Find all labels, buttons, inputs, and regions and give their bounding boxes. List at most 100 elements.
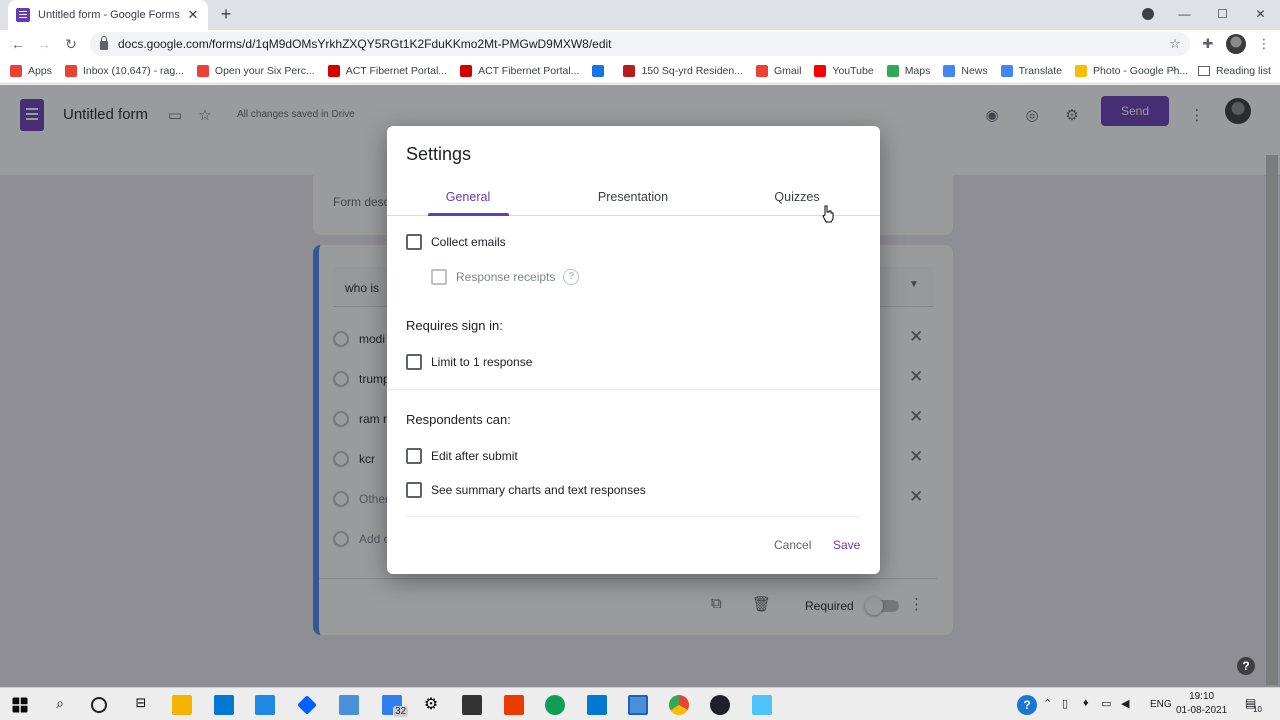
chrome-icon[interactable]: [669, 695, 689, 715]
dropbox-icon[interactable]: [297, 695, 317, 715]
network-icon[interactable]: ▭: [1101, 697, 1111, 710]
task-view-icon[interactable]: ⊟: [131, 695, 151, 715]
settings-dialog: Settings General Presentation Quizzes Co…: [387, 126, 880, 574]
tab-general[interactable]: General: [408, 190, 528, 204]
bookmark-star-icon[interactable]: ☆: [1165, 34, 1185, 54]
browser-toolbar: ← → ↻ docs.google.com/forms/d/1qM9dOMsYr…: [0, 30, 1280, 58]
maps-icon: [886, 64, 899, 77]
extensions-puzzle-icon[interactable]: ✚: [1198, 34, 1218, 54]
tab-presentation[interactable]: Presentation: [573, 190, 693, 204]
app-icon[interactable]: [339, 695, 359, 715]
bookmark-item[interactable]: YouTube: [814, 64, 874, 77]
bookmark-label: Translate: [1018, 64, 1063, 77]
limit-one-response-option[interactable]: Limit to 1 response: [406, 354, 532, 370]
settings-gear-icon[interactable]: ⚙: [421, 695, 441, 715]
minimize-button[interactable]: —: [1166, 0, 1203, 30]
obs-icon[interactable]: [710, 695, 730, 715]
help-circle-icon[interactable]: ?: [563, 269, 580, 285]
microphone-icon[interactable]: ♦: [1083, 697, 1089, 709]
new-tab-button[interactable]: +: [215, 3, 237, 25]
bookmark-item[interactable]: News: [943, 64, 988, 77]
requires-sign-in-heading: Requires sign in:: [406, 318, 503, 333]
forward-arrow-icon[interactable]: →: [34, 34, 54, 54]
system-clock[interactable]: 19:10 01-08-2021: [1176, 690, 1227, 718]
browser-tab[interactable]: Untitled form - Google Forms ✕: [8, 0, 208, 30]
save-button[interactable]: Save: [833, 538, 860, 552]
profile-avatar[interactable]: [1226, 34, 1246, 54]
bookmark-item[interactable]: Apps: [10, 64, 52, 77]
bookmark-item[interactable]: 150 Sq-yrd Residen...: [623, 64, 743, 77]
see-summary-option[interactable]: See summary charts and text responses: [406, 482, 646, 498]
bookmark-item[interactable]: Gmail: [756, 64, 801, 77]
edit-after-submit-option[interactable]: Edit after submit: [406, 448, 518, 464]
gmail-icon: [196, 64, 209, 77]
history-icon: [592, 64, 605, 77]
see-summary-checkbox[interactable]: [406, 482, 422, 498]
act-icon: [327, 64, 340, 77]
site-icon: [623, 64, 636, 77]
google-forms-favicon-icon: [16, 8, 30, 22]
skype-icon[interactable]: [255, 695, 275, 715]
browser-tab-strip: Untitled form - Google Forms ✕ + — ☐ ✕: [0, 0, 1280, 30]
clock-time: 19:10: [1189, 691, 1215, 702]
gmail-icon: [64, 64, 77, 77]
hand-cursor-icon: [822, 205, 834, 223]
bookmark-item[interactable]: Maps: [886, 64, 930, 77]
section-divider: [387, 389, 880, 390]
footer-divider: [407, 516, 860, 517]
bookmark-label: News: [961, 64, 988, 77]
edge-icon[interactable]: [545, 695, 565, 715]
reading-list-label: Reading list: [1216, 65, 1271, 77]
url-text: docs.google.com/forms/d/1qM9dOMsYrkhZXQY…: [118, 37, 612, 51]
tab-quizzes[interactable]: Quizzes: [737, 190, 857, 204]
vscode-icon[interactable]: [587, 695, 607, 715]
see-summary-label: See summary charts and text responses: [431, 483, 646, 497]
mail-icon[interactable]: [214, 695, 234, 715]
response-receipts-label: Response receipts: [456, 270, 556, 284]
cancel-button[interactable]: Cancel: [774, 538, 811, 552]
window-close-button[interactable]: ✕: [1242, 0, 1279, 30]
cortana-icon[interactable]: [91, 697, 107, 713]
tab-close-icon[interactable]: ✕: [186, 7, 200, 23]
help-icon[interactable]: ?: [1237, 657, 1255, 675]
photos-icon: [1075, 64, 1088, 77]
language-indicator[interactable]: ENG: [1150, 699, 1172, 710]
help-tray-icon[interactable]: ?: [1017, 695, 1037, 715]
bookmark-label: Apps: [28, 64, 52, 77]
limit-one-response-checkbox[interactable]: [406, 354, 422, 370]
collect-emails-label: Collect emails: [431, 235, 506, 249]
lock-icon: [100, 36, 108, 50]
bookmark-item[interactable]: Inbox (10,647) - rag...: [64, 64, 184, 77]
collect-emails-option[interactable]: Collect emails: [406, 234, 506, 250]
windows-start-icon[interactable]: [12, 697, 28, 713]
speaker-icon[interactable]: ◀: [1121, 697, 1129, 710]
screen-app-icon[interactable]: [752, 695, 772, 715]
store-bag-icon[interactable]: [462, 695, 482, 715]
device-icon[interactable]: ▯: [1062, 697, 1068, 710]
search-icon[interactable]: ⌕: [50, 695, 70, 715]
response-receipts-option: Response receipts ?: [431, 269, 580, 285]
chrome-menu-icon[interactable]: ⋮: [1254, 34, 1274, 54]
bookmarks-more-icon[interactable]: »: [1170, 63, 1176, 75]
back-arrow-icon[interactable]: ←: [8, 34, 28, 54]
bookmark-item[interactable]: ACT Fibernet Portal...: [460, 64, 579, 77]
chevron-up-icon[interactable]: ⌃: [1043, 697, 1052, 710]
tab-search-icon[interactable]: [1142, 8, 1154, 20]
reading-list[interactable]: Reading list: [1198, 58, 1271, 84]
address-bar[interactable]: docs.google.com/forms/d/1qM9dOMsYrkhZXQY…: [90, 32, 1190, 56]
bookmark-item[interactable]: Translate: [1000, 64, 1063, 77]
office-icon[interactable]: [504, 695, 524, 715]
reload-icon[interactable]: ↻: [61, 34, 81, 54]
window-app-icon[interactable]: [628, 695, 648, 715]
edit-after-submit-checkbox[interactable]: [406, 448, 422, 464]
bookmark-item[interactable]: [592, 64, 610, 77]
file-explorer-icon[interactable]: [172, 695, 192, 715]
bookmark-label: YouTube: [832, 64, 874, 77]
bookmark-item[interactable]: ACT Fibernet Portal...: [327, 64, 447, 77]
collect-emails-checkbox[interactable]: [406, 234, 422, 250]
youtube-icon: [814, 64, 827, 77]
maximize-button[interactable]: ☐: [1204, 0, 1241, 30]
clock-date: 01-08-2021: [1176, 705, 1228, 716]
bookmark-item[interactable]: Open your Six Perc...: [196, 64, 315, 77]
translate-icon: [1000, 64, 1013, 77]
